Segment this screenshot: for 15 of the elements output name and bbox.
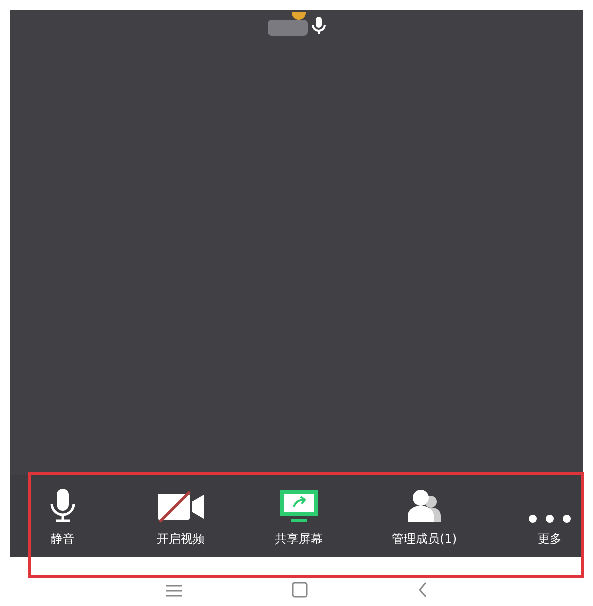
menu-icon[interactable] [166, 584, 182, 598]
toolbar-button[interactable]: 共享屏幕 [274, 484, 324, 548]
avatar [292, 12, 306, 20]
home-icon[interactable] [292, 582, 308, 598]
toolbar-button[interactable]: 更多 [525, 484, 575, 548]
people-icon [406, 488, 442, 524]
back-icon[interactable] [418, 582, 428, 598]
toolbar-button[interactable]: 管理成员(1) [392, 484, 457, 548]
microphone-icon [50, 488, 76, 524]
share-screen-icon [279, 488, 319, 524]
redacted-name [268, 20, 308, 36]
video-off-icon [157, 490, 205, 524]
toolbar-button[interactable]: 开启视频 [156, 484, 206, 548]
toolbar-button[interactable]: 静音 [38, 484, 88, 548]
more-icon [528, 514, 572, 524]
